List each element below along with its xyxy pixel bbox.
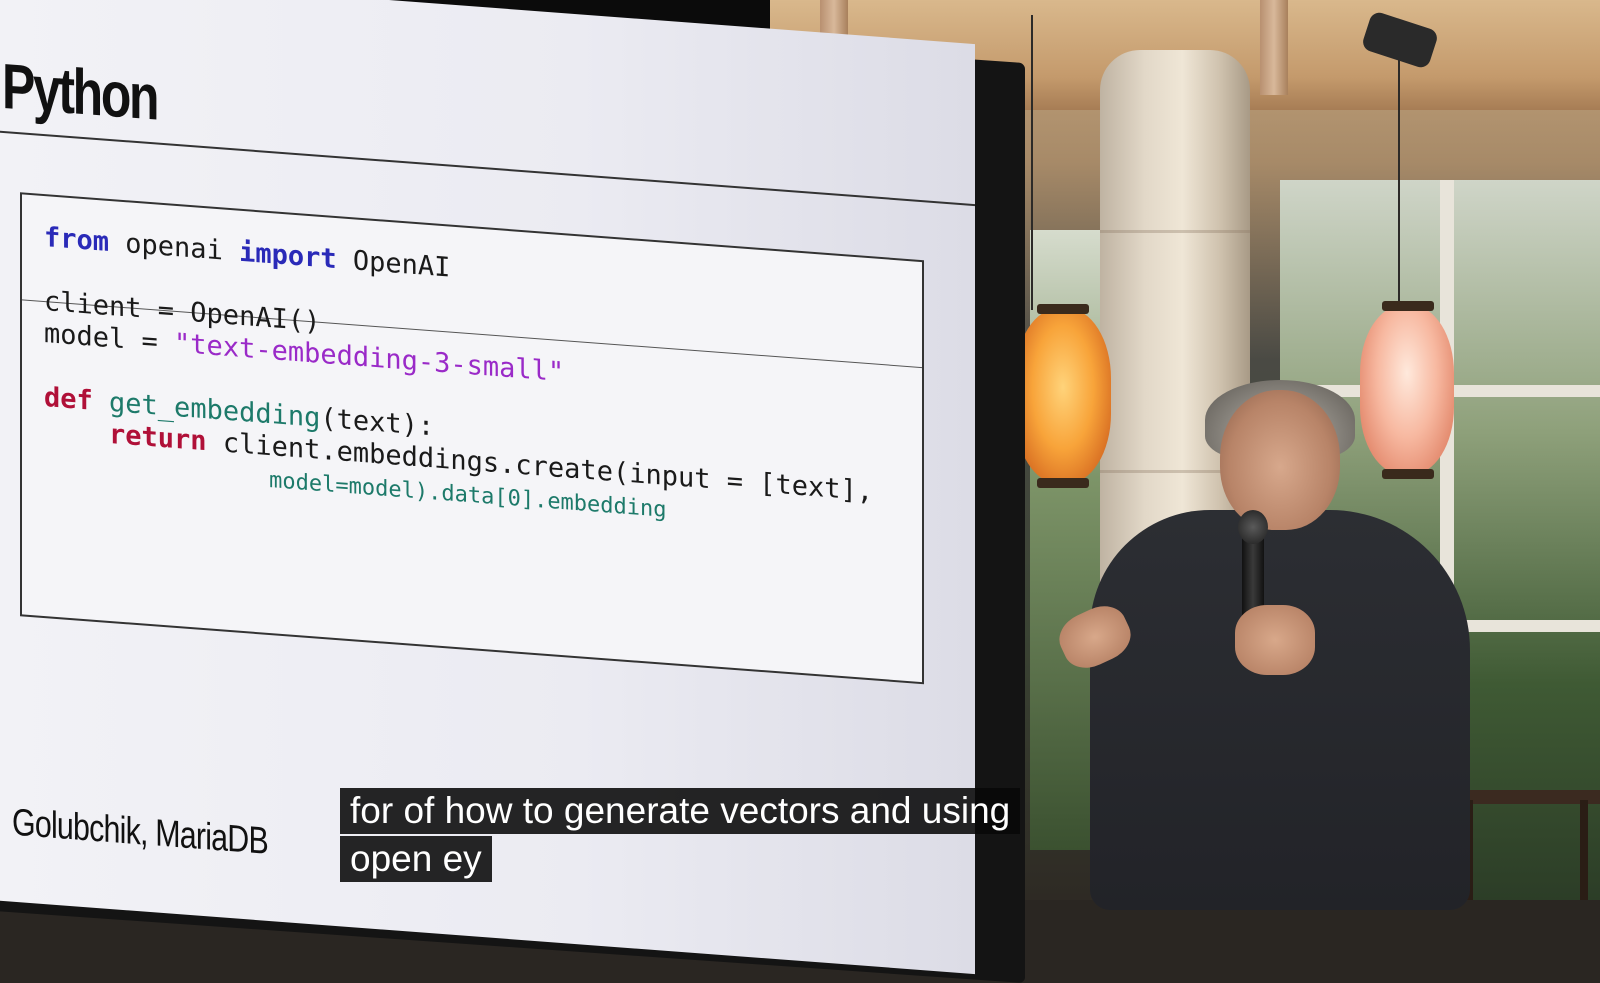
- slide-title-rule: [0, 130, 975, 207]
- slide-title: Python: [2, 49, 158, 134]
- lantern-cap: [1382, 301, 1434, 311]
- presenter: [1051, 380, 1480, 910]
- lantern-cap: [1037, 304, 1089, 314]
- code-model-string: "text-embedding-3-small": [174, 327, 565, 389]
- table-leg: [1580, 800, 1588, 900]
- code-block: from openai import OpenAI client = OpenA…: [20, 192, 924, 685]
- code-class-name: OpenAI: [336, 244, 451, 284]
- code-keyword-import: import: [239, 236, 337, 276]
- microphone-head: [1238, 510, 1268, 544]
- code-keyword-def: def: [44, 382, 93, 417]
- ceiling-beam: [1260, 0, 1288, 95]
- lantern-cord: [1398, 55, 1400, 307]
- code-module-name: openai: [109, 226, 240, 268]
- code-listing: from openai import OpenAI client = OpenA…: [44, 222, 873, 542]
- presenter-head: [1220, 390, 1340, 530]
- column-seam: [1100, 230, 1250, 233]
- lantern-cord: [1031, 15, 1033, 310]
- caption-line-2: open ey: [340, 836, 492, 882]
- presenter-jacket: [1090, 510, 1470, 910]
- code-keyword-from: from: [44, 222, 110, 258]
- caption-line-1: for of how to generate vectors and using: [340, 788, 1021, 834]
- slide-footer-author: Golubchik, MariaDB: [12, 801, 268, 863]
- presenter-hand-holding-mic: [1235, 605, 1315, 675]
